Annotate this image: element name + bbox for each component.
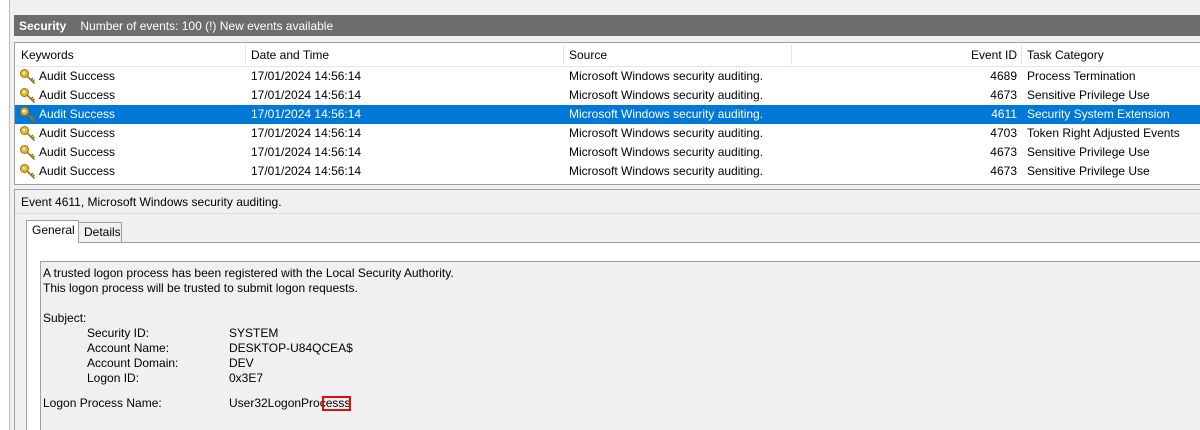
event-row[interactable]: Audit Success 17/01/2024 14:56:14 Microsof…	[15, 67, 1200, 86]
field-value: DESKTOP-U84QCEA$	[229, 341, 353, 355]
task-category-cell: Sensitive Privilege Use	[1027, 145, 1150, 159]
keyword-cell: Audit Success	[19, 86, 244, 105]
toolbar-strip	[10, 0, 1200, 10]
event-id-cell: 4673	[990, 145, 1017, 159]
task-category-cell: Process Termination	[1027, 69, 1136, 83]
source-cell: Microsoft Windows security auditing.	[569, 107, 764, 121]
source-cell: Microsoft Windows security auditing.	[569, 145, 764, 159]
event-id-cell: 4673	[990, 164, 1017, 178]
field-value: DEV	[229, 356, 254, 370]
description-line: A trusted logon process has been registe…	[43, 266, 454, 280]
log-titlebar: Security Number of events: 100 (!) New e…	[14, 15, 1200, 36]
divider	[15, 213, 1200, 214]
tab-details[interactable]: Details	[78, 222, 122, 243]
event-row[interactable]: Audit Success 17/01/2024 14:56:14 Microsof…	[15, 86, 1200, 105]
column-divider[interactable]	[245, 45, 246, 65]
field-value: 0x3E7	[229, 371, 264, 385]
event-row[interactable]: Audit Success 17/01/2024 14:56:14 Microsof…	[15, 162, 1200, 181]
event-id-cell: 4611	[991, 107, 1017, 121]
event-list[interactable]: Keywords Date and Time Source Event ID T…	[14, 42, 1200, 185]
keyword-label: Audit Success	[39, 164, 116, 178]
keyword-label: Audit Success	[39, 126, 116, 140]
column-header-date-time[interactable]: Date and Time	[251, 43, 329, 67]
event-row[interactable]: Audit Success 17/01/2024 14:56:14 Microsof…	[15, 105, 1200, 124]
date-time-cell: 17/01/2024 14:56:14	[251, 107, 362, 121]
event-list-header: Keywords Date and Time Source Event ID T…	[15, 43, 1200, 67]
source-cell: Microsoft Windows security auditing.	[569, 88, 764, 102]
date-time-cell: 17/01/2024 14:56:14	[251, 88, 362, 102]
description-line: This logon process will be trusted to su…	[43, 281, 358, 295]
column-header-source[interactable]: Source	[569, 43, 607, 67]
general-tab-content: A trusted logon process has been registe…	[26, 242, 1200, 430]
column-divider[interactable]	[563, 45, 564, 65]
key-icon	[19, 68, 36, 85]
event-row[interactable]: Audit Success 17/01/2024 14:56:14 Microsof…	[15, 143, 1200, 162]
tab-general[interactable]: General	[26, 220, 79, 243]
event-description[interactable]: A trusted logon process has been registe…	[40, 261, 1200, 430]
task-category-cell: Sensitive Privilege Use	[1027, 88, 1150, 102]
key-icon	[19, 163, 36, 180]
event-detail-title: Event 4611, Microsoft Windows security a…	[21, 195, 282, 209]
keyword-label: Audit Success	[39, 69, 116, 83]
subject-heading: Subject:	[43, 311, 87, 325]
column-divider[interactable]	[1021, 45, 1022, 65]
date-time-cell: 17/01/2024 14:56:14	[251, 69, 362, 83]
event-count-status[interactable]: Number of events: 100 (!) New events ava…	[80, 19, 333, 33]
column-divider[interactable]	[791, 45, 792, 65]
keyword-cell: Audit Success	[19, 124, 244, 143]
task-category-cell: Security System Extension	[1027, 107, 1170, 121]
date-time-cell: 17/01/2024 14:56:14	[251, 145, 362, 159]
keyword-label: Audit Success	[39, 107, 116, 121]
field-label: Account Name:	[87, 341, 170, 355]
event-rows: Audit Success 17/01/2024 14:56:14 Microsof…	[15, 67, 1200, 181]
event-id-cell: 4689	[990, 69, 1017, 83]
keyword-cell: Audit Success	[19, 143, 244, 162]
highlight-box	[322, 396, 351, 411]
field-label: Logon ID:	[87, 371, 140, 385]
column-header-keywords[interactable]: Keywords	[21, 43, 74, 67]
key-icon	[19, 125, 36, 142]
column-header-event-id[interactable]: Event ID	[955, 43, 1017, 67]
source-cell: Microsoft Windows security auditing.	[569, 126, 764, 140]
left-pane-edge	[0, 0, 10, 430]
event-id-cell: 4673	[990, 88, 1017, 102]
keyword-cell: Audit Success	[19, 105, 244, 124]
task-category-cell: Sensitive Privilege Use	[1027, 164, 1150, 178]
keyword-label: Audit Success	[39, 88, 116, 102]
keyword-label: Audit Success	[39, 145, 116, 159]
key-icon	[19, 87, 36, 104]
source-cell: Microsoft Windows security auditing.	[569, 69, 764, 83]
date-time-cell: 17/01/2024 14:56:14	[251, 126, 362, 140]
key-icon	[19, 106, 36, 123]
event-id-cell: 4703	[990, 126, 1017, 140]
date-time-cell: 17/01/2024 14:56:14	[251, 164, 362, 178]
field-label: Security ID:	[87, 326, 150, 340]
source-cell: Microsoft Windows security auditing.	[569, 164, 764, 178]
event-row[interactable]: Audit Success 17/01/2024 14:56:14 Microsof…	[15, 124, 1200, 143]
logon-process-label: Logon Process Name:	[43, 396, 162, 410]
keyword-cell: Audit Success	[19, 162, 244, 181]
log-name: Security	[19, 18, 67, 33]
event-detail-pane: Event 4611, Microsoft Windows security a…	[14, 189, 1200, 430]
field-value: SYSTEM	[229, 326, 279, 340]
column-header-task-category[interactable]: Task Category	[1027, 43, 1104, 67]
keyword-cell: Audit Success	[19, 67, 244, 86]
field-label: Account Domain:	[87, 356, 179, 370]
task-category-cell: Token Right Adjusted Events	[1027, 126, 1180, 140]
key-icon	[19, 144, 36, 161]
